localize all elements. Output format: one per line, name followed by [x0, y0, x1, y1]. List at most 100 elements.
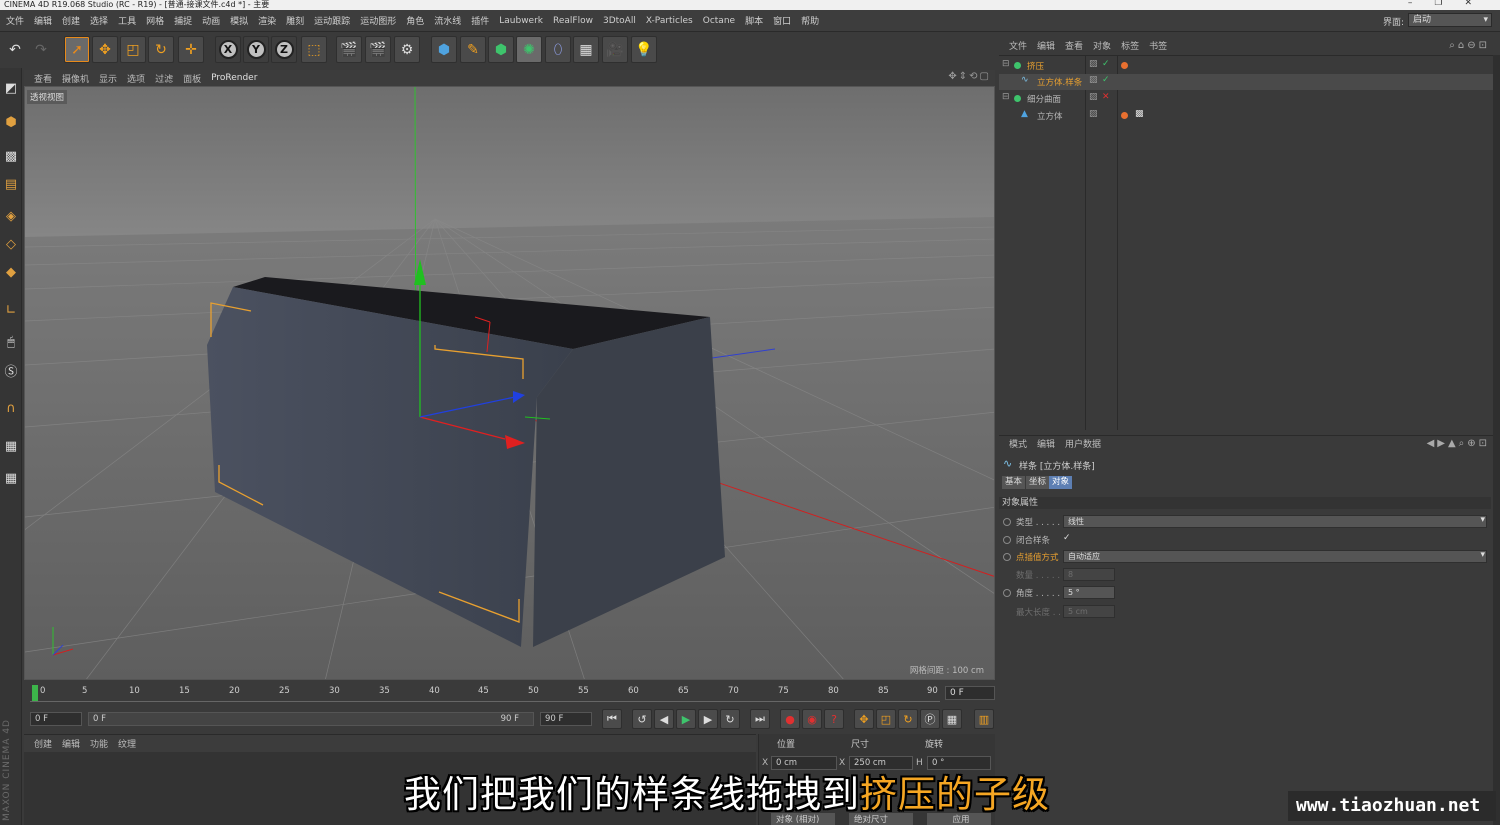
select-tool-button[interactable]: ➚ — [64, 36, 90, 63]
timeline-ruler[interactable]: 0 5 10 15 20 25 30 35 40 45 50 55 60 65 … — [24, 682, 995, 704]
x-axis-lock-button[interactable]: X — [215, 36, 241, 63]
menu-mesh[interactable]: 网格 — [146, 14, 164, 27]
viewport-menu-options[interactable]: 选项 — [127, 72, 145, 85]
y-axis-lock-button[interactable]: Y — [243, 36, 269, 63]
key-pla-button[interactable]: ▦ — [942, 709, 962, 729]
render-settings-button[interactable]: ⚙ — [394, 36, 420, 63]
move-tool-button[interactable]: ✥ — [92, 36, 118, 63]
make-editable-button[interactable]: ◩ — [1, 76, 21, 100]
edges-mode-button[interactable]: ◇ — [1, 232, 21, 256]
timeline-window-button[interactable]: ▥ — [974, 709, 994, 729]
animate-radio[interactable] — [1003, 536, 1011, 544]
layout-select[interactable]: 启动 ▾ — [1408, 13, 1492, 27]
layer-icon[interactable]: ▨ — [1089, 92, 1098, 102]
animate-radio[interactable] — [1003, 518, 1011, 526]
menu-window[interactable]: 窗口 — [773, 14, 791, 27]
add-deformer-button[interactable]: ⬯ — [545, 36, 571, 63]
add-cube-button[interactable]: ⬢ — [431, 36, 457, 63]
redo-button[interactable]: ↷ — [28, 36, 54, 63]
next-frame-button[interactable]: ▶ — [698, 709, 718, 729]
window-controls[interactable]: –❐✕ — [1408, 0, 1494, 8]
add-camera-button[interactable]: 🎥 — [602, 36, 628, 63]
attr-row-angle[interactable]: 角度 . . . . . 5 ° — [1003, 586, 1489, 600]
viewport-nav-icons[interactable]: ✥⇕⟲▢ — [948, 71, 991, 82]
expand-icon[interactable]: ⊟ — [1002, 92, 1010, 102]
go-to-end-button[interactable]: ⏭ — [750, 709, 770, 729]
disabled-x-icon[interactable]: ✕ — [1102, 92, 1110, 102]
viewport-menu-display[interactable]: 显示 — [99, 72, 117, 85]
frame-range-slider[interactable]: 0 F 90 F — [88, 712, 534, 726]
timeline-ticks[interactable]: 0 5 10 15 20 25 30 35 40 45 50 55 60 65 … — [30, 686, 940, 702]
undo-button[interactable]: ↶ — [2, 36, 28, 63]
menu-character[interactable]: 角色 — [406, 14, 424, 27]
animate-radio[interactable] — [1003, 589, 1011, 597]
polygons-mode-button[interactable]: ◆ — [1, 260, 21, 284]
tab-object[interactable]: 对象 — [1049, 476, 1073, 489]
tree-row-cube[interactable]: ▲ 立方体 ▨ ▩ — [999, 108, 1496, 124]
menu-sculpt[interactable]: 雕刻 — [286, 14, 304, 27]
menu-simulate[interactable]: 模拟 — [230, 14, 248, 27]
enable-snap-button[interactable]: ∩ — [1, 396, 21, 420]
scale-tool-button[interactable]: ◰ — [120, 36, 146, 63]
phong-tag-icon[interactable] — [1121, 62, 1128, 69]
viewport-menu-prorender[interactable]: ProRender — [211, 73, 257, 83]
viewport-scene[interactable] — [25, 87, 995, 680]
menu-file[interactable]: 文件 — [6, 14, 24, 27]
object-tree[interactable]: ⊟ 挤压 ▨ ✓ ∿ 立方体.样条 ▨ ✓ ⊟ 细分曲面 ▨ ✕ ▲ 立方体 ▨… — [999, 55, 1496, 430]
timeline-playhead[interactable] — [32, 685, 38, 701]
restore-icon[interactable]: ❐ — [1434, 0, 1464, 8]
texture-mode-button[interactable]: ▩ — [1, 144, 21, 168]
object-name[interactable]: 细分曲面 — [1027, 93, 1061, 105]
key-rotation-button[interactable]: ↻ — [898, 709, 918, 729]
layer-icon[interactable]: ▨ — [1089, 59, 1098, 69]
attribute-menu-userdata[interactable]: 用户数据 — [1065, 437, 1101, 450]
tab-coord[interactable]: 坐标 — [1026, 476, 1050, 489]
key-parameter-button[interactable]: Ⓟ — [920, 709, 940, 729]
viewport-menu-filter[interactable]: 过滤 — [155, 72, 173, 85]
snap-button[interactable]: Ⓢ — [1, 358, 21, 382]
rotate-tool-button[interactable]: ↻ — [148, 36, 174, 63]
viewport-menu-panel[interactable]: 面板 — [183, 72, 201, 85]
perspective-viewport[interactable]: 透视视图 网格间距 : 100 cm — [24, 86, 995, 680]
menu-plugins[interactable]: 插件 — [471, 14, 489, 27]
tab-basic[interactable]: 基本 — [1002, 476, 1026, 489]
menu-pipeline[interactable]: 流水线 — [434, 14, 461, 27]
attr-row-close-spline[interactable]: 闭合样条 ✓ — [1003, 533, 1489, 547]
object-name[interactable]: 立方体.样条 — [1037, 76, 1082, 88]
object-menu-objects[interactable]: 对象 — [1093, 39, 1111, 52]
object-menu-bookmarks[interactable]: 书签 — [1149, 39, 1167, 52]
menu-edit[interactable]: 编辑 — [34, 14, 52, 27]
object-menu-file[interactable]: 文件 — [1009, 39, 1027, 52]
close-spline-checkbox[interactable]: ✓ — [1063, 533, 1071, 543]
current-frame-field[interactable]: 0 F — [30, 712, 82, 726]
add-mograph-button[interactable]: ✺ — [516, 36, 542, 63]
menu-laubwerk[interactable]: Laubwerk — [499, 16, 543, 26]
menu-3dtoall[interactable]: 3DtoAll — [603, 16, 636, 26]
object-name[interactable]: 立方体 — [1037, 110, 1063, 122]
expand-icon[interactable]: ⊟ — [1002, 59, 1010, 69]
viewport-menu-cameras[interactable]: 摄像机 — [62, 72, 89, 85]
menu-realflow[interactable]: RealFlow — [553, 16, 593, 26]
object-menu-tags[interactable]: 标签 — [1121, 39, 1139, 52]
menu-xparticles[interactable]: X-Particles — [646, 16, 693, 26]
phong-tag-icon[interactable] — [1121, 112, 1128, 119]
menu-octane[interactable]: Octane — [703, 16, 735, 26]
menu-mograph[interactable]: 运动图形 — [360, 14, 396, 27]
coordinate-system-button[interactable]: ⬚ — [301, 36, 327, 63]
timeline-end-field[interactable]: 0 F — [945, 686, 995, 700]
type-select[interactable]: 线性 — [1063, 515, 1487, 528]
angle-field[interactable]: 5 ° — [1063, 586, 1115, 599]
layer-icon[interactable]: ▨ — [1089, 75, 1098, 85]
tree-row-extrude[interactable]: ⊟ 挤压 ▨ ✓ — [999, 58, 1496, 74]
attr-row-interpolation[interactable]: 点插值方式 自动适应 ▾ — [1003, 550, 1489, 564]
range-end-field[interactable]: 90 F — [540, 712, 592, 726]
attribute-menu-edit[interactable]: 编辑 — [1037, 437, 1055, 450]
tree-row-spline[interactable]: ∿ 立方体.样条 ▨ ✓ — [999, 74, 1496, 90]
keyframe-selection-button[interactable]: ? — [824, 709, 844, 729]
visibility-check-icon[interactable]: ✓ — [1102, 75, 1110, 85]
record-keys-button[interactable]: ● — [780, 709, 800, 729]
layer-icon[interactable]: ▨ — [1089, 109, 1098, 119]
object-menu-edit[interactable]: 编辑 — [1037, 39, 1055, 52]
menu-animate[interactable]: 动画 — [202, 14, 220, 27]
menu-create[interactable]: 创建 — [62, 14, 80, 27]
